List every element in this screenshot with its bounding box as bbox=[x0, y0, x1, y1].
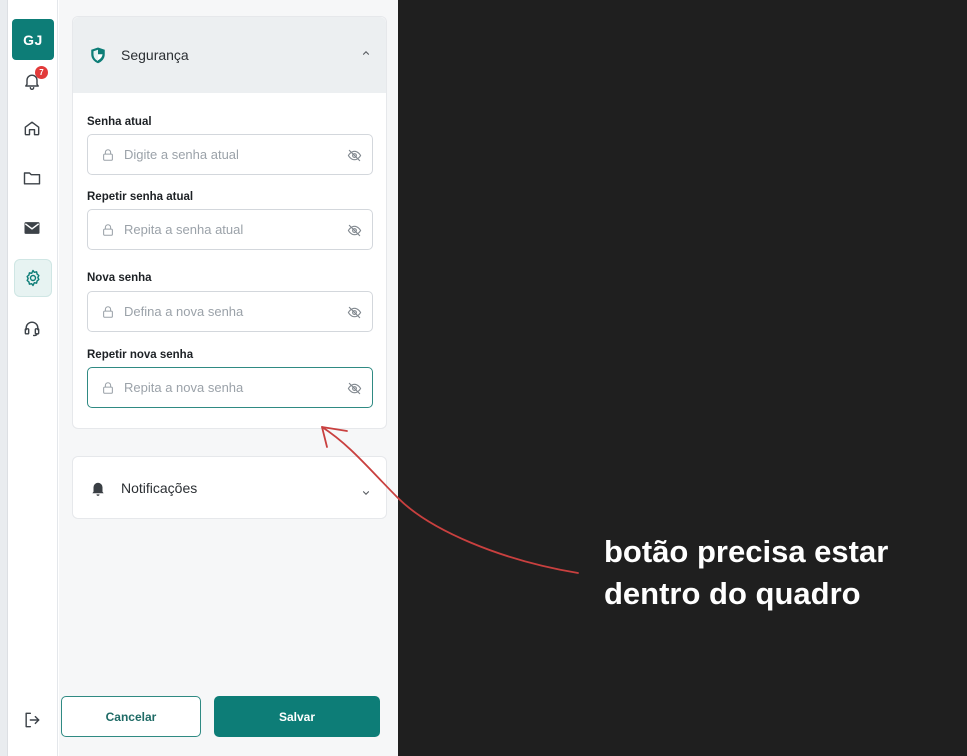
eye-off-icon[interactable] bbox=[346, 304, 362, 320]
headset-icon[interactable] bbox=[19, 315, 45, 341]
chevron-down-icon[interactable] bbox=[360, 487, 372, 499]
home-icon[interactable] bbox=[19, 115, 45, 141]
lock-icon bbox=[100, 147, 116, 163]
security-title: Segurança bbox=[121, 47, 189, 63]
bell-icon bbox=[89, 479, 107, 497]
main-content: Segurança Senha atual Repetir senha atua… bbox=[59, 0, 398, 756]
folder-icon[interactable] bbox=[19, 165, 45, 191]
security-section: Segurança Senha atual Repetir senha atua… bbox=[72, 16, 387, 429]
new-password-label: Nova senha bbox=[87, 272, 152, 284]
chevron-up-icon[interactable] bbox=[360, 47, 372, 59]
mail-icon[interactable] bbox=[19, 215, 45, 241]
notifications-title: Notificações bbox=[121, 479, 198, 496]
shield-icon bbox=[89, 46, 107, 64]
logout-icon[interactable] bbox=[19, 707, 45, 733]
notification-count-badge: 7 bbox=[35, 66, 48, 79]
eye-off-icon[interactable] bbox=[346, 380, 362, 396]
lock-icon bbox=[100, 222, 116, 238]
repeat-new-password-input[interactable] bbox=[124, 380, 344, 395]
gear-icon[interactable] bbox=[14, 259, 52, 297]
repeat-current-password-field bbox=[87, 209, 373, 250]
annotation-line-2: dentro do quadro bbox=[604, 576, 861, 611]
lock-icon bbox=[100, 380, 116, 396]
security-header[interactable]: Segurança bbox=[73, 17, 386, 93]
annotation-note: botão precisa estar dentro do quadro bbox=[604, 531, 964, 615]
current-password-input[interactable] bbox=[124, 147, 344, 162]
lock-icon bbox=[100, 304, 116, 320]
save-button[interactable]: Salvar bbox=[214, 696, 380, 737]
current-password-label: Senha atual bbox=[87, 116, 152, 128]
repeat-new-password-field bbox=[87, 367, 373, 408]
window-edge bbox=[0, 0, 8, 756]
repeat-current-password-label: Repetir senha atual bbox=[87, 191, 194, 203]
new-password-input[interactable] bbox=[124, 304, 344, 319]
repeat-current-password-input[interactable] bbox=[124, 222, 344, 237]
current-password-field bbox=[87, 134, 373, 175]
form-footer: Cancelar Salvar bbox=[59, 684, 398, 756]
notifications-header[interactable]: Notificações bbox=[73, 457, 386, 518]
avatar-initials: GJ bbox=[23, 31, 43, 48]
cancel-button[interactable]: Cancelar bbox=[61, 696, 201, 737]
settings-panel: GJ 7 Segurança Senha atual Repetir senha… bbox=[0, 0, 398, 756]
repeat-new-password-label: Repetir nova senha bbox=[87, 349, 194, 361]
new-password-field bbox=[87, 291, 373, 332]
sidebar: GJ 7 bbox=[8, 0, 58, 756]
eye-off-icon[interactable] bbox=[346, 222, 362, 238]
annotation-line-1: botão precisa estar bbox=[604, 534, 889, 569]
eye-off-icon[interactable] bbox=[346, 147, 362, 163]
avatar[interactable]: GJ bbox=[12, 19, 54, 60]
notifications-section: Notificações bbox=[72, 456, 387, 519]
